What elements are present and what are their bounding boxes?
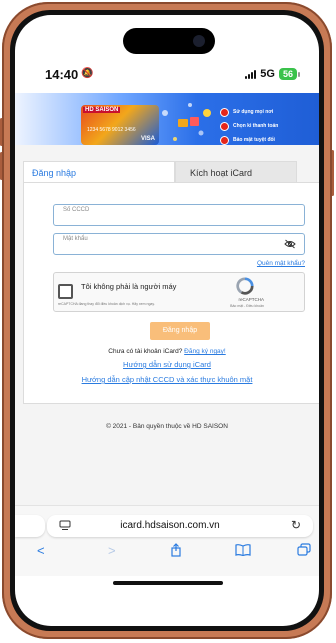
recaptcha-label: Tôi không phải là người máy — [81, 282, 177, 291]
phone-bezel: 14:40 🔕 5G 56 HD SAISON 1234 5678 9012 3… — [10, 10, 324, 631]
password-placeholder: Mật khẩu — [63, 236, 88, 242]
status-bar: 14:40 🔕 5G 56 — [15, 67, 319, 87]
screen: 14:40 🔕 5G 56 HD SAISON 1234 5678 9012 3… — [15, 15, 319, 626]
signal-icon — [245, 69, 257, 79]
register-link[interactable]: Đăng ký ngay! — [184, 348, 226, 355]
recaptcha-checkbox[interactable] — [58, 284, 73, 299]
bullet-dot-icon — [220, 107, 229, 117]
credit-card-image: HD SAISON 1234 5678 9012 3456 VISA — [81, 105, 159, 145]
silent-bell-icon: 🔕 — [81, 68, 94, 79]
guide-update-link[interactable]: Hướng dẫn cập nhật CCCD và xác thực khuô… — [15, 375, 319, 384]
battery-icon: 56 — [278, 68, 301, 80]
card-brand: VISA — [140, 136, 155, 142]
recaptcha-logo-icon — [236, 277, 254, 295]
share-icon[interactable] — [169, 543, 183, 560]
copyright: © 2021 - Bản quyền thuộc về HD SAISON — [106, 423, 228, 430]
safari-nav: < > — [15, 543, 319, 563]
cccd-placeholder: Số CCCD — [63, 207, 90, 213]
recaptcha-terms[interactable]: Bảo mật - Điều khoản — [230, 304, 264, 308]
home-indicator[interactable] — [113, 581, 223, 585]
eye-slash-icon[interactable] — [284, 239, 296, 252]
tabs-icon[interactable] — [297, 543, 311, 559]
back-icon[interactable]: < — [37, 543, 45, 558]
register-prompt: Chưa có tài khoản iCard? Đăng ký ngay! — [15, 348, 319, 355]
tab-activate-icard[interactable]: Kích hoạt iCard — [175, 161, 297, 183]
banner-bullet: Chọn kì thanh toán — [220, 119, 278, 133]
no-account-text: Chưa có tài khoản iCard? — [108, 348, 183, 355]
dynamic-island — [123, 28, 215, 54]
forward-icon[interactable]: > — [108, 543, 116, 558]
recaptcha-notice[interactable]: reCAPTCHA đang thay đổi điều khoản dịch … — [58, 302, 178, 306]
tab-login[interactable]: Đăng nhập — [23, 161, 175, 183]
card-number: 1234 5678 9012 3456 — [87, 127, 136, 133]
password-input[interactable]: Mật khẩu — [53, 233, 305, 255]
banner-bullets: Sử dụng mọi nơi Chọn kì thanh toán Bảo m… — [220, 105, 278, 147]
banner-bullet: Sử dụng mọi nơi — [220, 105, 278, 119]
forgot-password-link[interactable]: Quên mật khẩu? — [257, 260, 305, 267]
bullet-dot-icon — [220, 135, 229, 145]
url-text[interactable]: icard.hdsaison.com.vn — [15, 520, 319, 531]
bullet-dot-icon — [220, 121, 229, 131]
cccd-input[interactable]: Số CCCD — [53, 204, 305, 226]
guide-use-link[interactable]: Hướng dẫn sử dụng iCard — [15, 360, 319, 369]
reload-icon[interactable]: ↻ — [291, 518, 301, 532]
recaptcha-widget: Tôi không phải là người máy reCAPTCHA đa… — [53, 272, 305, 312]
bookmarks-icon[interactable] — [235, 543, 251, 559]
status-right: 5G 56 — [245, 68, 301, 80]
recaptcha-brand: reCAPTCHA — [238, 297, 264, 302]
front-camera — [193, 35, 205, 47]
status-time: 14:40 — [45, 67, 79, 82]
phone-frame: 14:40 🔕 5G 56 HD SAISON 1234 5678 9012 3… — [2, 2, 332, 639]
login-button[interactable]: Đăng nhập — [150, 322, 210, 340]
network-type: 5G — [260, 68, 275, 80]
card-logo: HD SAISON — [83, 107, 121, 113]
